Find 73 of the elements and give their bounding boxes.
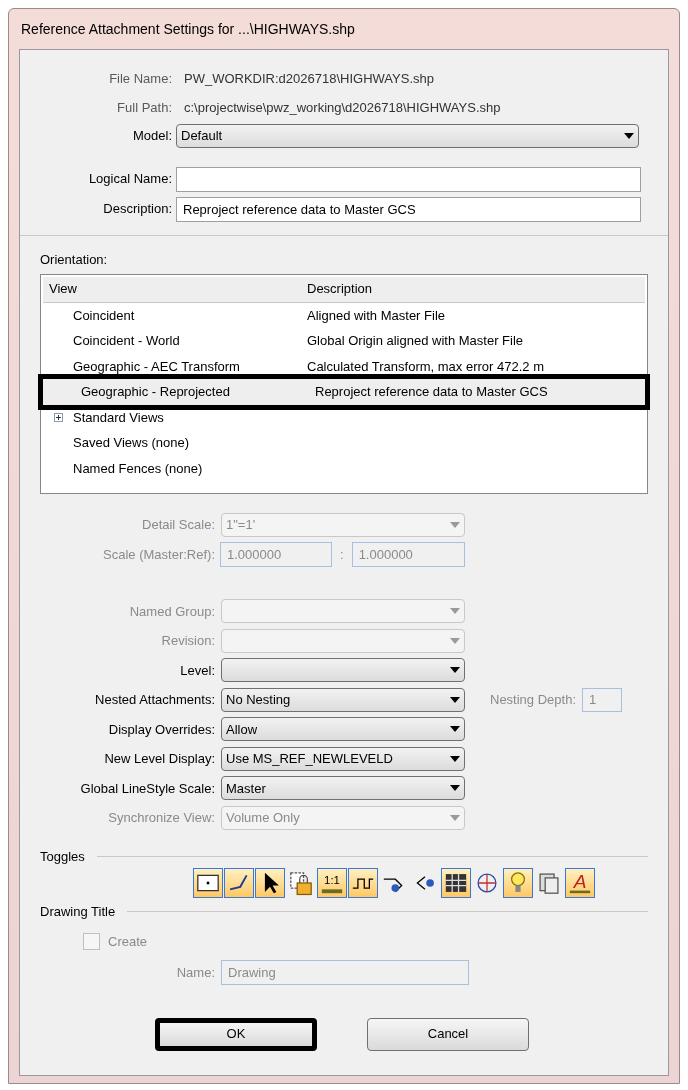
grid-toggle-icon[interactable] [441, 868, 471, 898]
view-name: Named Fences (none) [73, 459, 204, 478]
view-name: Geographic - Reprojected [81, 383, 231, 401]
field-label: Description: [102, 200, 172, 219]
dropdown-arrow-icon [450, 755, 460, 762]
dropdown-arrow-icon [450, 637, 460, 644]
list-row[interactable]: Coincident - World Global Origin aligned with Master File [43, 328, 645, 354]
dropdown[interactable] [221, 658, 465, 683]
dropdown-arrow-icon [450, 785, 460, 792]
column-header[interactable]: View [43, 279, 307, 299]
field-label: Name: [175, 963, 215, 982]
field-label: Detail Scale: [141, 515, 215, 534]
field-label: Nested Attachments: [94, 691, 215, 709]
field-label: Level: [179, 661, 215, 680]
dropdown-arrow-icon [450, 608, 460, 615]
field-label: Scale (Master:Ref): [102, 545, 215, 564]
field-label: Logical Name: [87, 170, 172, 189]
group-title: Drawing Title [40, 903, 116, 921]
field-value: PW_WORKDIR:d2026718\HIGHWAYS.shp [184, 69, 434, 88]
expand-icon[interactable] [53, 412, 63, 422]
list-row[interactable]: Standard Views [43, 404, 645, 430]
field-label: Revision: [160, 632, 215, 650]
dropdown[interactable]: Allow [221, 717, 465, 742]
field-label: New Level Display: [103, 750, 215, 768]
field-label: Display Overrides: [107, 720, 215, 739]
text-toggle-icon[interactable]: A [565, 868, 595, 898]
dropdown-arrow-icon [624, 133, 634, 139]
field-label: Model: [131, 127, 172, 146]
list-row[interactable]: Geographic - AEC Transform Calculated Transform, max error 472.2 m [43, 353, 645, 379]
window-toggle-icon[interactable] [193, 868, 223, 898]
view-name: Coincident [73, 306, 136, 325]
list-row[interactable]: Coincident Aligned with Master File [43, 302, 645, 328]
view-description: Global Origin aligned with Master File [307, 332, 524, 350]
view-name: Coincident - World [73, 332, 181, 350]
view-description: Reproject reference data to Master GCS [315, 383, 548, 401]
text-field[interactable] [176, 166, 641, 192]
field-label: Named Group: [128, 602, 215, 621]
column-header[interactable]: Description [307, 279, 373, 299]
field-label: Nesting Depth: [490, 691, 576, 709]
dropdown-arrow-icon [450, 726, 460, 733]
field-value: c:\projectwise\pwz_working\d2026718\HIGHWAYS.shp [184, 98, 501, 117]
ratio-separator: : [340, 545, 344, 564]
window-title: Reference Attachment Settings for ...\HIGHWAYS.shp [20, 19, 355, 39]
view-description: Aligned with Master File [307, 306, 445, 325]
field-label: File Name: [108, 69, 172, 88]
view-description: Calculated Transform, max error 472.2 m [307, 357, 544, 376]
list-row[interactable]: Named Fences (none) [43, 455, 645, 481]
dropdown-arrow-icon [450, 814, 460, 821]
dialog-button[interactable]: OK [155, 1017, 317, 1051]
group-title: Toggles [40, 847, 85, 866]
dialog-button[interactable]: Cancel [367, 1017, 529, 1051]
line-toggle-icon[interactable] [224, 868, 254, 898]
dropdown-arrow-icon [450, 667, 460, 674]
bulb-toggle-icon[interactable] [503, 868, 533, 898]
section-label: Orientation: [40, 252, 108, 267]
wave-toggle-icon[interactable] [348, 868, 378, 898]
checkbox-label: Create [108, 932, 148, 951]
field-label: Synchronize View: [107, 809, 215, 827]
view-name: Saved Views (none) [73, 434, 191, 452]
scale-toggle-icon[interactable]: 1:1 [317, 868, 347, 898]
dropdown-arrow-icon [450, 696, 460, 703]
text-field[interactable]: Reproject reference data to Master GCS [176, 196, 641, 222]
dropdown[interactable]: Default [176, 124, 639, 148]
dropdown[interactable]: Master [221, 776, 465, 801]
view-name: Standard Views [73, 408, 165, 427]
dropdown[interactable]: Use MS_REF_NEWLEVELD [221, 746, 465, 771]
pointer-toggle-icon[interactable] [255, 868, 285, 898]
view-name: Geographic - AEC Transform [73, 357, 241, 376]
list-row[interactable]: Saved Views (none) [43, 430, 645, 456]
field-label: Full Path: [116, 98, 172, 117]
dropdown-arrow-icon [450, 521, 460, 528]
field-label: Global LineStyle Scale: [79, 779, 215, 798]
dropdown[interactable]: No Nesting [221, 687, 465, 712]
